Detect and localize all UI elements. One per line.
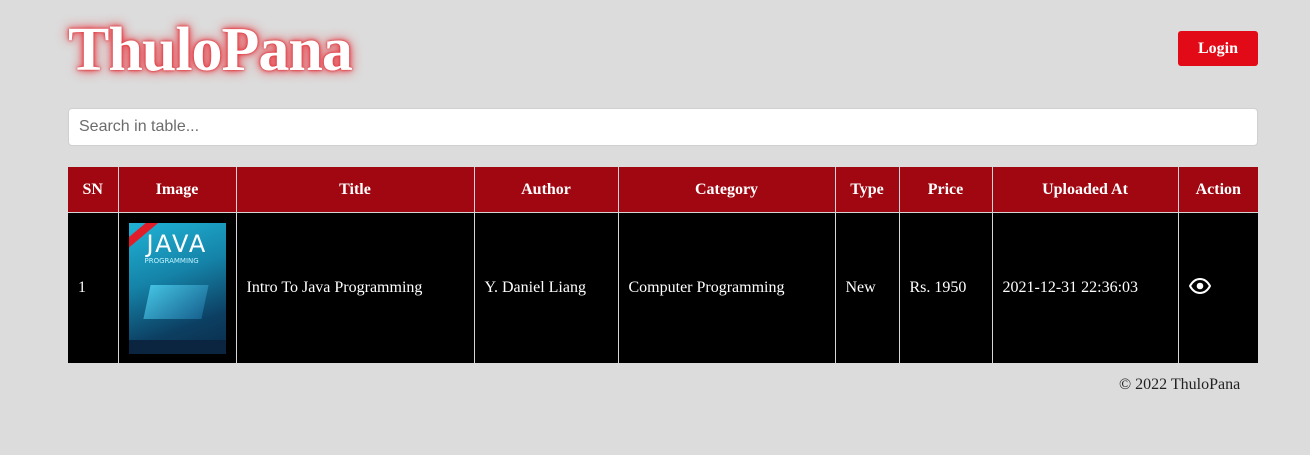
books-table: SN Image Title Author Category Type Pric… (68, 167, 1258, 363)
cover-subtitle-mark: PROGRAMMING (144, 256, 199, 265)
book-cover-image[interactable]: JAVA PROGRAMMING (128, 222, 226, 354)
cover-java-mark: JAVA (146, 229, 208, 258)
column-header-author[interactable]: Author (473, 167, 619, 213)
site-logo[interactable]: ThuloPana (68, 14, 353, 86)
view-eye-icon[interactable] (1188, 277, 1211, 299)
login-button[interactable]: Login (1178, 31, 1258, 66)
cell-type: New (834, 212, 900, 363)
cell-title: Intro To Java Programming (235, 212, 475, 363)
cell-author: Y. Daniel Liang (473, 212, 619, 363)
column-header-type[interactable]: Type (834, 167, 900, 213)
cell-action (1177, 212, 1258, 363)
column-header-title[interactable]: Title (235, 167, 475, 213)
cover-laptop-graphic (142, 284, 209, 319)
footer-copyright: © 2022 ThuloPana (1119, 376, 1241, 393)
table-row: 1 JAVA PROGRAMMING Intro To Java Program… (68, 212, 1258, 363)
table-search-input[interactable] (68, 108, 1258, 146)
cell-uploaded-at: 2021-12-31 22:36:03 (991, 212, 1179, 363)
column-header-sn[interactable]: SN (68, 167, 119, 213)
cover-footer-band (128, 339, 226, 354)
cell-price: Rs. 1950 (898, 212, 993, 363)
column-header-uploaded-at[interactable]: Uploaded At (991, 167, 1179, 213)
page: ThuloPana Login SN Image Title Author Ca… (0, 0, 1310, 455)
cell-image: JAVA PROGRAMMING (117, 212, 237, 363)
table-header-row: SN Image Title Author Category Type Pric… (68, 167, 1258, 213)
column-header-image[interactable]: Image (117, 167, 237, 213)
column-header-price[interactable]: Price (898, 167, 993, 213)
cell-category: Computer Programming (617, 212, 836, 363)
cell-sn: 1 (68, 212, 119, 363)
column-header-category[interactable]: Category (617, 167, 836, 213)
column-header-action[interactable]: Action (1177, 167, 1258, 213)
